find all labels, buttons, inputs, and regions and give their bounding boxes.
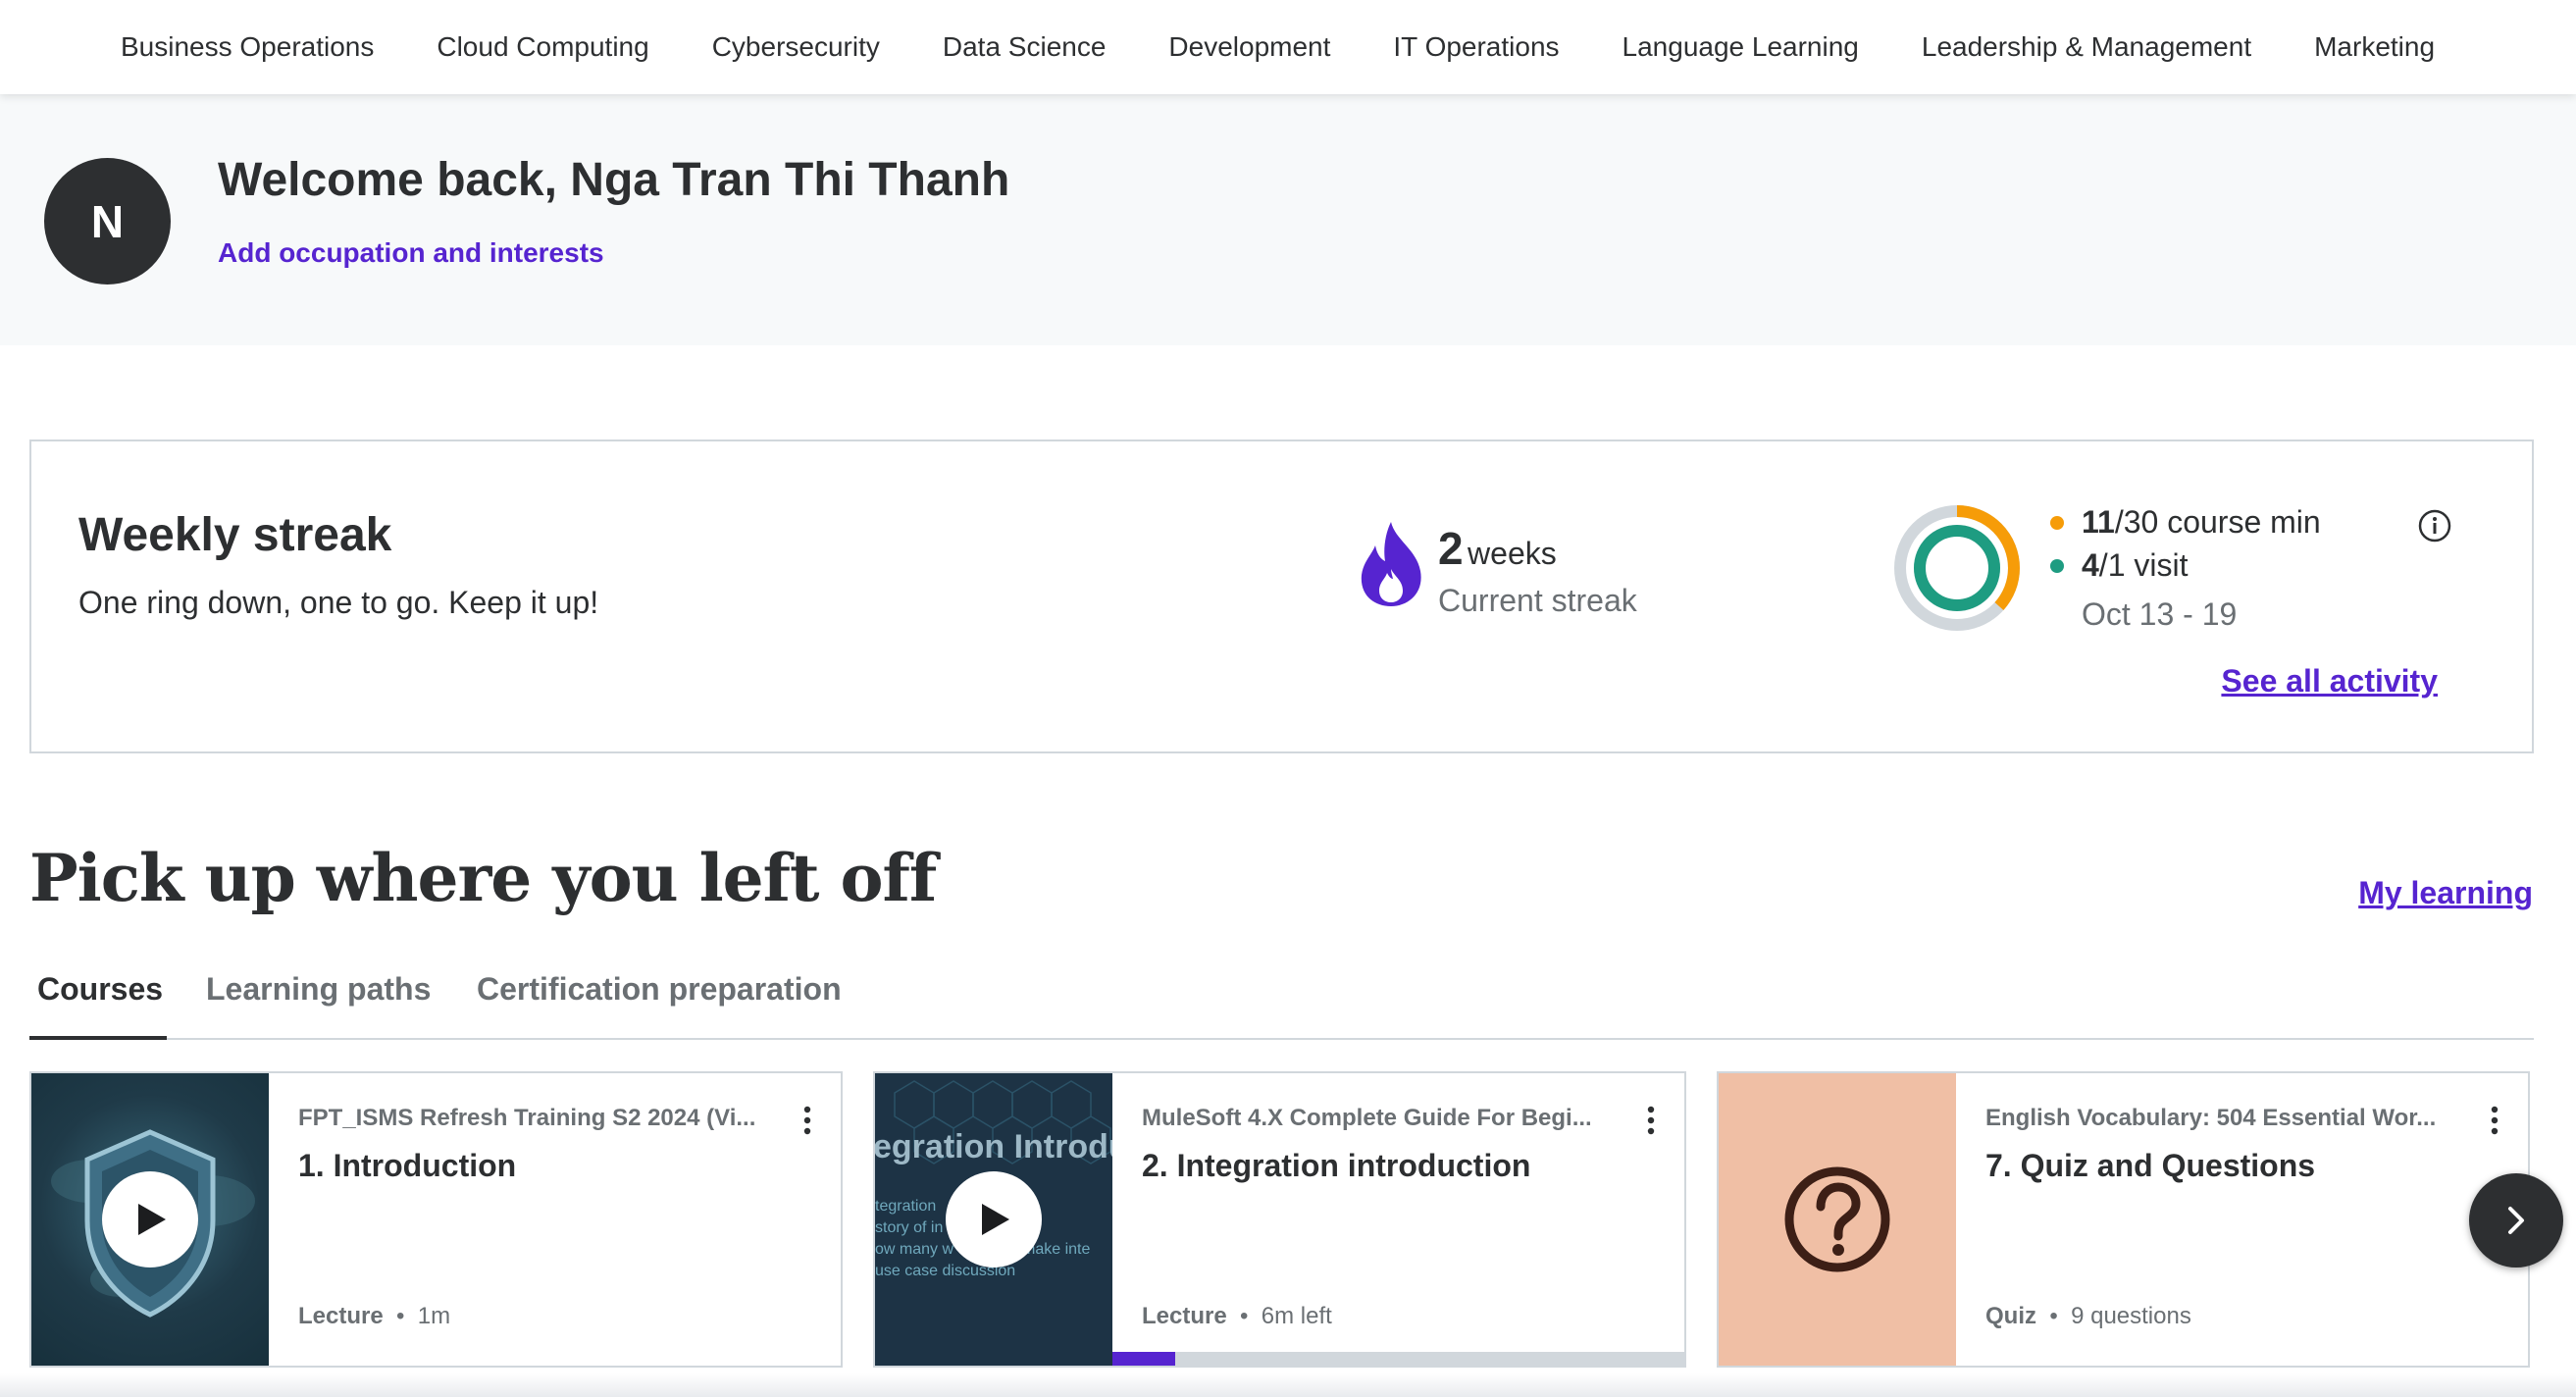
visit-dot [2050,558,2064,573]
date-range: Oct 13 - 19 [2082,596,2238,632]
see-all-activity-link[interactable]: See all activity [2221,663,2438,699]
visit-rest: /1 visit [2098,547,2189,583]
content-detail: 1m [417,1303,451,1329]
svg-text:tegration: tegration [875,1198,936,1215]
visit-legend: 4/1 visit [2050,547,2188,584]
course-name[interactable]: MuleSoft 4.X Complete Guide For Begi... [1142,1105,1613,1132]
course-min-legend: 11/30 course min [2050,504,2321,541]
content-type: Lecture [298,1303,384,1329]
tab-certification-preparation[interactable]: Certification preparation [477,967,842,1040]
course-name[interactable]: FPT_ISMS Refresh Training S2 2024 (Vi... [298,1105,769,1132]
page-bottom-edge [0,1373,2576,1397]
course-thumbnail[interactable] [31,1073,269,1366]
nav-item-cybersecurity[interactable]: Cybersecurity [712,31,880,63]
add-occupation-link[interactable]: Add occupation and interests [218,237,604,269]
course-min-dot [2050,515,2064,530]
more-options-icon[interactable] [1645,1105,1657,1136]
activity-ring-icon [1894,505,2020,631]
course-name[interactable]: English Vocabulary: 504 Essential Wor... [1985,1105,2456,1132]
more-options-icon[interactable] [2489,1105,2500,1136]
course-min-value: 11 [2082,504,2115,540]
svg-text:egration Introduc: egration Introduc [875,1128,1112,1165]
nav-item-data-science[interactable]: Data Science [943,31,1107,63]
streak-title: Weekly streak [78,509,392,561]
carousel-next-button[interactable] [2469,1173,2563,1268]
course-card[interactable]: egration Introduc tegration story of in … [873,1071,1686,1368]
my-learning-link[interactable]: My learning [2358,875,2533,911]
info-icon[interactable] [2417,508,2452,543]
active-tab-indicator [29,1036,167,1040]
visit-value: 4 [2082,547,2099,583]
nav-item-language-learning[interactable]: Language Learning [1623,31,1859,63]
play-icon [138,1204,166,1235]
content-type: Quiz [1985,1303,2036,1329]
course-min-rest: /30 course min [2114,504,2321,540]
play-button[interactable] [946,1171,1042,1268]
more-options-icon[interactable] [801,1105,813,1136]
lecture-meta: Lecture • 6m left [1142,1303,1332,1329]
play-icon [982,1204,1009,1235]
nav-item-business-operations[interactable]: Business Operations [121,31,374,63]
visit-ring [1914,525,2000,611]
lecture-meta: Lecture • 1m [298,1303,451,1329]
nav-item-marketing[interactable]: Marketing [2314,31,2435,63]
progress-fill [1112,1352,1176,1366]
weekly-streak-card: Weekly streak One ring down, one to go. … [29,440,2534,753]
section-title: Pick up where you left off [29,840,937,916]
streak-weeks-unit: weeks [1468,536,1557,571]
svg-text:story of in: story of in [875,1219,943,1236]
quiz-meta: Quiz • 9 questions [1985,1303,2191,1329]
nav-item-cloud-computing[interactable]: Cloud Computing [437,31,648,63]
current-streak-label: Current streak [1438,583,1637,618]
content-type: Lecture [1142,1303,1227,1329]
chevron-right-icon [2508,1207,2524,1234]
avatar[interactable]: N [44,158,171,285]
content-detail: 9 questions [2071,1303,2191,1329]
nav-item-leadership-management[interactable]: Leadership & Management [1922,31,2251,63]
nav-item-it-operations[interactable]: IT Operations [1393,31,1559,63]
content-tabs: Courses Learning paths Certification pre… [29,967,2534,1040]
streak-weeks: 2 weeks [1438,522,1557,575]
content-detail: 6m left [1261,1303,1332,1329]
quiz-title[interactable]: 7. Quiz and Questions [1985,1148,2496,1184]
welcome-title: Welcome back, Nga Tran Thi Thanh [218,154,1010,206]
play-button[interactable] [102,1171,198,1268]
progress-bar [1112,1352,1684,1366]
lecture-title[interactable]: 1. Introduction [298,1148,808,1184]
nav-item-development[interactable]: Development [1168,31,1330,63]
welcome-banner: N Welcome back, Nga Tran Thi Thanh Add o… [0,94,2576,345]
svg-text:ow many w: ow many w [875,1241,953,1258]
course-card[interactable]: English Vocabulary: 504 Essential Wor...… [1717,1071,2530,1368]
streak-subtitle: One ring down, one to go. Keep it up! [78,585,599,620]
question-icon [1784,1166,1890,1272]
tab-learning-paths[interactable]: Learning paths [206,967,431,1040]
course-card[interactable]: FPT_ISMS Refresh Training S2 2024 (Vi...… [29,1071,843,1368]
course-thumbnail[interactable] [1719,1073,1956,1366]
streak-weeks-value: 2 [1438,523,1464,574]
course-thumbnail[interactable]: egration Introduc tegration story of in … [875,1073,1112,1366]
lecture-title[interactable]: 2. Integration introduction [1142,1148,1652,1184]
flame-icon [1361,522,1421,606]
category-nav: Business Operations Cloud Computing Cybe… [0,0,2576,94]
tab-courses[interactable]: Courses [37,967,163,1040]
